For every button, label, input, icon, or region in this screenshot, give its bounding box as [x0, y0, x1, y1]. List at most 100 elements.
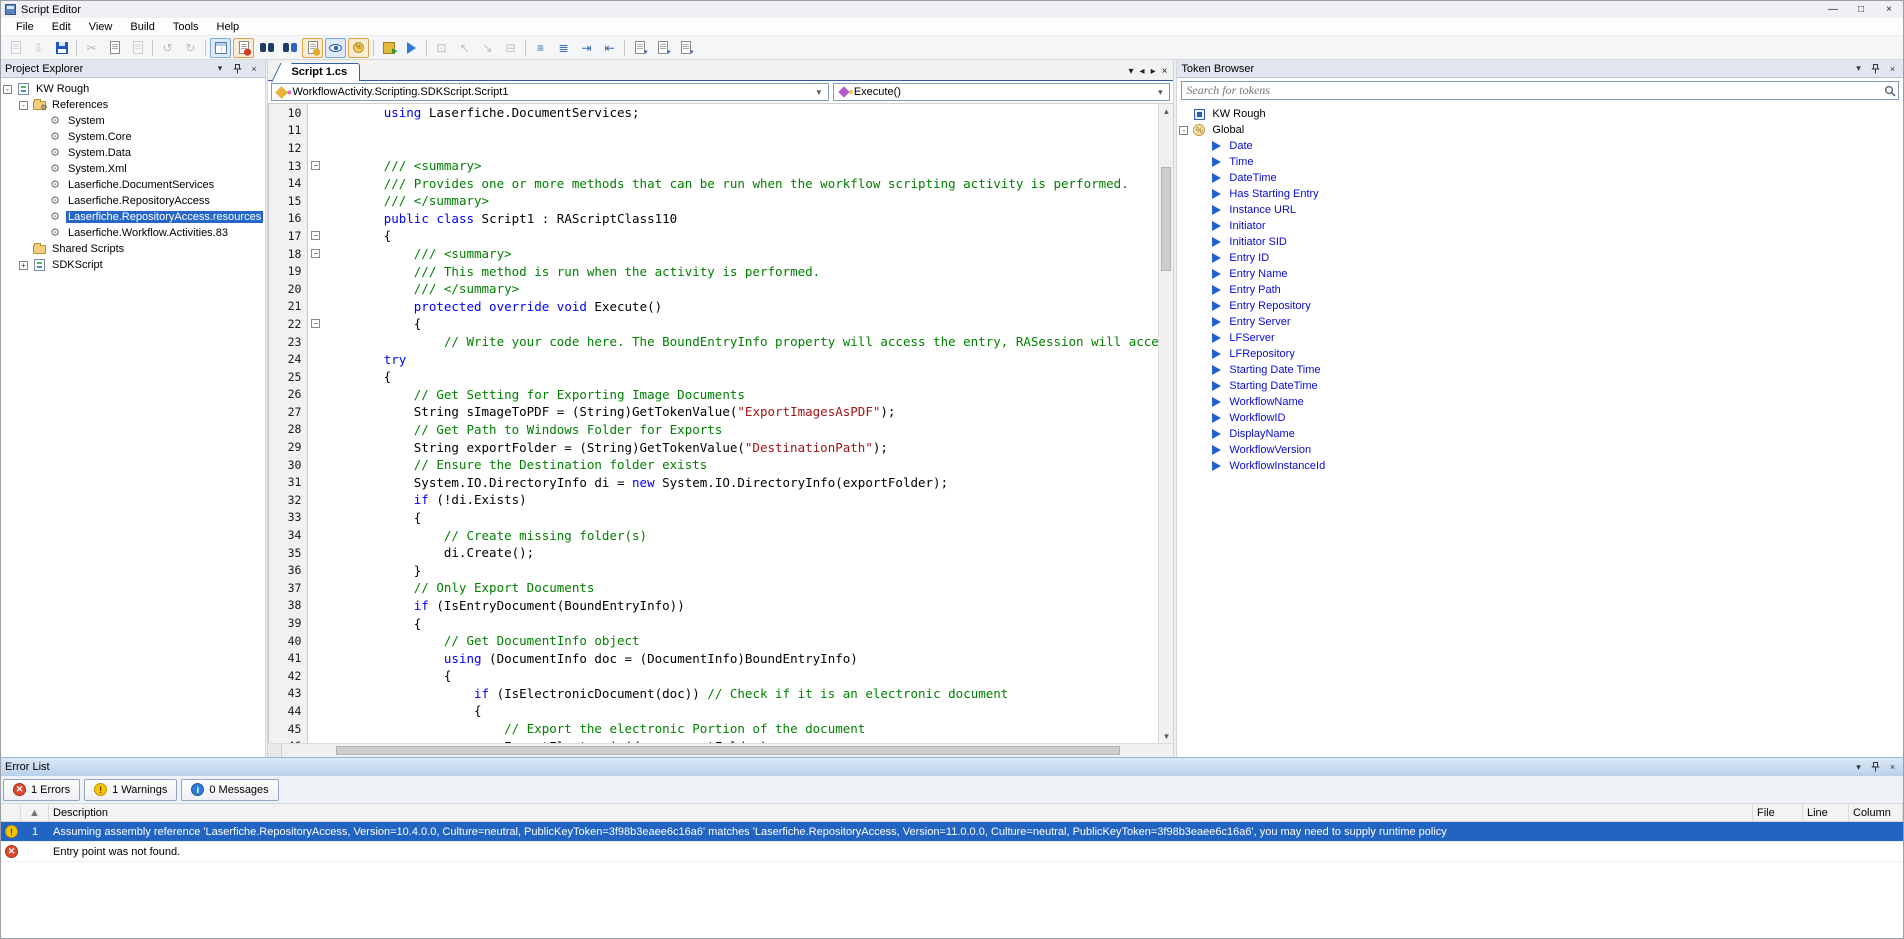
code-line[interactable]: 46 ExportElectronic(doc, exportFolder); — [268, 737, 1158, 743]
tree-item[interactable]: ⚙System — [3, 113, 265, 129]
tab-menu-icon[interactable]: ▾ — [1129, 66, 1134, 77]
token-item[interactable]: Time — [1179, 154, 1903, 170]
token-root[interactable]: KW Rough — [1179, 106, 1903, 122]
menu-edit[interactable]: Edit — [43, 19, 80, 35]
token-item[interactable]: WorkflowInstanceId — [1179, 458, 1903, 474]
menu-tools[interactable]: Tools — [164, 19, 208, 35]
code-line[interactable]: 21 protected override void Execute() — [268, 298, 1158, 316]
code-line[interactable]: 32 if (!di.Exists) — [268, 491, 1158, 509]
window-position-icon[interactable]: ▾ — [1852, 62, 1865, 75]
column-header-description[interactable]: Description — [49, 804, 1753, 821]
token-item[interactable]: Initiator SID — [1179, 234, 1903, 250]
code-line[interactable]: 10 using Laserfiche.DocumentServices; — [268, 104, 1158, 122]
code-line[interactable]: 28 // Get Path to Windows Folder for Exp… — [268, 421, 1158, 439]
save-snippet-button[interactable]: ▾ — [629, 38, 650, 58]
token-item[interactable]: Has Starting Entry — [1179, 186, 1903, 202]
code-line[interactable]: 34 // Create missing folder(s) — [268, 526, 1158, 544]
tree-item[interactable]: -KW Rough — [3, 81, 265, 97]
token-item[interactable]: Instance URL — [1179, 202, 1903, 218]
token-item[interactable]: WorkflowVersion — [1179, 442, 1903, 458]
maximize-button[interactable]: □ — [1847, 1, 1875, 18]
insert-snippet-button[interactable]: ▾ — [652, 38, 673, 58]
expander-icon[interactable]: - — [19, 101, 28, 110]
expander-icon[interactable]: + — [19, 261, 28, 270]
error-filter-info[interactable]: i0 Messages — [181, 779, 278, 801]
uncomment-lines-button[interactable]: ≣ — [553, 38, 574, 58]
find-button[interactable] — [256, 38, 277, 58]
hscroll-thumb[interactable] — [336, 746, 1120, 755]
code-line[interactable]: 19 /// This method is run when the activ… — [268, 262, 1158, 280]
scroll-up-icon[interactable]: ▲ — [1159, 104, 1173, 118]
code-line[interactable]: 25 { — [268, 368, 1158, 386]
expander-icon[interactable]: - — [3, 85, 12, 94]
tree-item[interactable]: -⚙References — [3, 97, 265, 113]
watch-window-button[interactable] — [325, 38, 346, 58]
collapse-icon[interactable]: − — [311, 161, 320, 170]
close-button[interactable]: × — [1875, 1, 1903, 18]
code-line[interactable]: 22− { — [268, 315, 1158, 333]
collapse-icon[interactable]: − — [311, 231, 320, 240]
error-list-button[interactable]: ⬤ — [233, 38, 254, 58]
script-browser-button[interactable]: ⬤ — [302, 38, 323, 58]
tree-item[interactable]: ⚙System.Data — [3, 145, 265, 161]
error-filter-warning[interactable]: !1 Warnings — [84, 779, 177, 801]
decrease-indent-button[interactable]: ⇤ — [599, 38, 620, 58]
token-item[interactable]: WorkflowID — [1179, 410, 1903, 426]
code-line[interactable]: 17− { — [268, 227, 1158, 245]
code-line[interactable]: 15 /// </summary> — [268, 192, 1158, 210]
tree-item[interactable]: ⚙Laserfiche.DocumentServices — [3, 177, 265, 193]
token-item[interactable]: Starting DateTime — [1179, 378, 1903, 394]
tree-item[interactable]: ⚙Laserfiche.RepositoryAccess — [3, 193, 265, 209]
error-row[interactable]: ✕Entry point was not found. — [1, 842, 1903, 862]
pin-icon[interactable] — [1869, 761, 1882, 774]
panel-close-icon[interactable]: × — [1886, 761, 1899, 774]
tab-script1[interactable]: Script 1.cs — [282, 63, 360, 81]
code-line[interactable]: 40 // Get DocumentInfo object — [268, 632, 1158, 650]
code-line[interactable]: 42 { — [268, 667, 1158, 685]
properties-window-button[interactable] — [210, 38, 231, 58]
tree-item-selected[interactable]: ⚙Laserfiche.RepositoryAccess.resources — [3, 209, 265, 225]
token-item[interactable]: LFServer — [1179, 330, 1903, 346]
tab-scroll-right-icon[interactable]: ▸ — [1151, 66, 1156, 77]
fold-margin[interactable]: − — [308, 227, 323, 245]
token-search-input[interactable] — [1182, 83, 1882, 98]
code-line[interactable]: 13− /// <summary> — [268, 157, 1158, 175]
tree-item[interactable]: +SDKScript — [3, 257, 265, 273]
code-editor[interactable]: 10 using Laserfiche.DocumentServices;111… — [268, 104, 1158, 743]
tree-item[interactable]: ⚙System.Xml — [3, 161, 265, 177]
menu-file[interactable]: File — [7, 19, 43, 35]
scroll-down-icon[interactable]: ▼ — [1159, 729, 1173, 743]
minimize-button[interactable]: — — [1819, 1, 1847, 18]
token-item[interactable]: Starting Date Time — [1179, 362, 1903, 378]
run-button[interactable] — [401, 38, 422, 58]
code-line[interactable]: 12 — [268, 139, 1158, 157]
code-line[interactable]: 27 String sImageToPDF = (String)GetToken… — [268, 403, 1158, 421]
save-button[interactable] — [51, 38, 72, 58]
token-item[interactable]: Entry Path — [1179, 282, 1903, 298]
column-header-file[interactable]: File — [1753, 804, 1803, 821]
code-line[interactable]: 24 try — [268, 350, 1158, 368]
code-line[interactable]: 30 // Ensure the Destination folder exis… — [268, 456, 1158, 474]
pin-icon[interactable] — [231, 62, 244, 75]
tree-item[interactable]: Shared Scripts — [3, 241, 265, 257]
vertical-scrollbar[interactable]: ▲ ▼ — [1158, 104, 1173, 743]
code-line[interactable]: 16 public class Script1 : RAScriptClass1… — [268, 210, 1158, 228]
fold-margin[interactable]: − — [308, 315, 323, 333]
menu-build[interactable]: Build — [121, 19, 163, 35]
panel-close-icon[interactable]: × — [248, 62, 261, 75]
token-group-global[interactable]: -%Global — [1179, 122, 1903, 138]
tab-scroll-left-icon[interactable]: ◂ — [1140, 66, 1145, 77]
code-line[interactable]: 39 { — [268, 614, 1158, 632]
token-item[interactable]: Entry Name — [1179, 266, 1903, 282]
token-item[interactable]: Entry Server — [1179, 314, 1903, 330]
method-dropdown[interactable]: Execute() ▾ — [833, 83, 1171, 101]
tab-close-icon[interactable]: × — [1162, 66, 1168, 77]
token-item[interactable]: Entry Repository — [1179, 298, 1903, 314]
code-line[interactable]: 43 if (IsElectronicDocument(doc)) // Che… — [268, 685, 1158, 703]
code-line[interactable]: 26 // Get Setting for Exporting Image Do… — [268, 386, 1158, 404]
sort-indicator[interactable]: ▲ — [21, 804, 49, 821]
collapse-icon[interactable]: − — [311, 249, 320, 258]
token-item[interactable]: DisplayName — [1179, 426, 1903, 442]
collapse-icon[interactable]: − — [311, 319, 320, 328]
code-line[interactable]: 11 — [268, 122, 1158, 140]
